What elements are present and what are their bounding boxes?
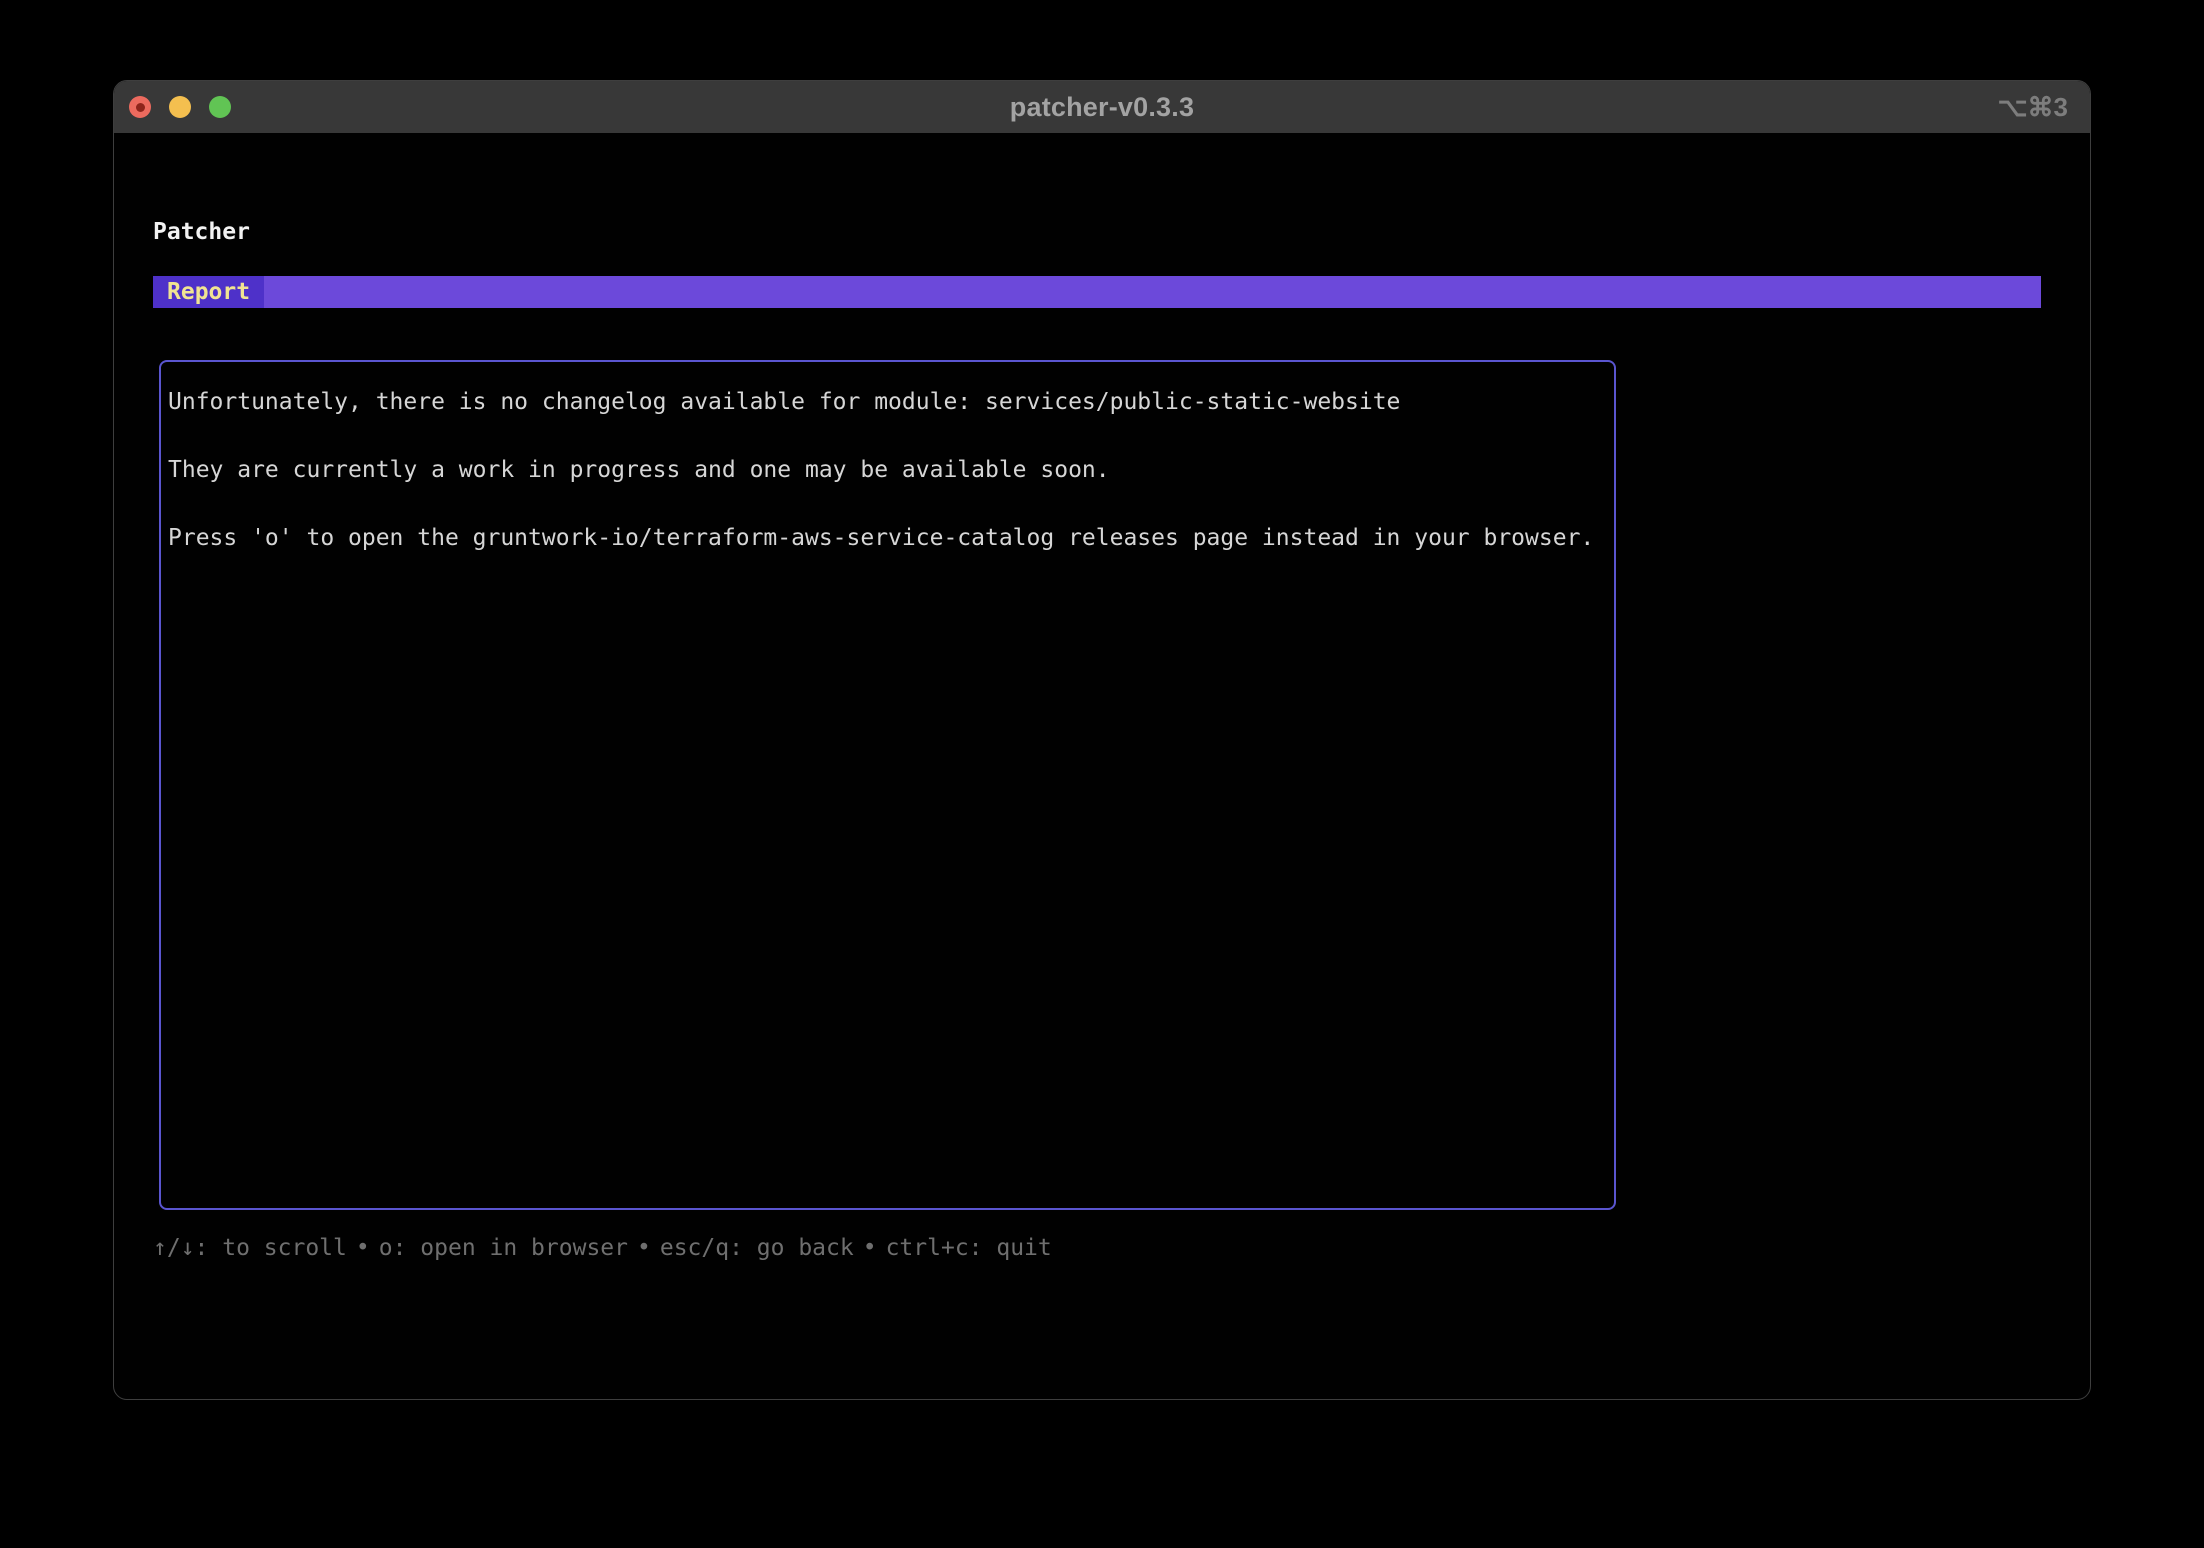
zoom-button[interactable] [209, 96, 231, 118]
traffic-lights [129, 81, 231, 133]
bullet-separator-icon: • [628, 1235, 660, 1261]
window-title: patcher-v0.3.3 [114, 92, 2090, 123]
window-titlebar[interactable]: patcher-v0.3.3 ⌥⌘3 [114, 81, 2090, 133]
changelog-message-line: Press 'o' to open the gruntwork-io/terra… [168, 521, 1608, 555]
help-bar: ↑/↓: to scroll•o: open in browser•esc/q:… [153, 1231, 1052, 1265]
help-item-open: o: open in browser [379, 1235, 628, 1261]
page-title: Patcher [153, 215, 250, 249]
window-shortcut-hint: ⌥⌘3 [1998, 81, 2068, 133]
changelog-message-line: Unfortunately, there is no changelog ava… [168, 385, 1608, 419]
changelog-viewport[interactable]: Unfortunately, there is no changelog ava… [159, 360, 1616, 1210]
changelog-message-line: They are currently a work in progress an… [168, 453, 1608, 487]
bullet-separator-icon: • [347, 1235, 379, 1261]
minimize-button[interactable] [169, 96, 191, 118]
help-item-back: esc/q: go back [660, 1235, 854, 1261]
tab-report[interactable]: Report [153, 276, 264, 308]
bullet-separator-icon: • [854, 1235, 886, 1261]
app-window: patcher-v0.3.3 ⌥⌘3 Patcher Report Unfort… [113, 80, 2091, 1400]
close-button[interactable] [129, 96, 151, 118]
help-item-scroll: ↑/↓: to scroll [153, 1235, 347, 1261]
tab-bar: Report [153, 276, 2041, 308]
close-dot-icon [136, 103, 145, 112]
help-item-quit: ctrl+c: quit [886, 1235, 1052, 1261]
